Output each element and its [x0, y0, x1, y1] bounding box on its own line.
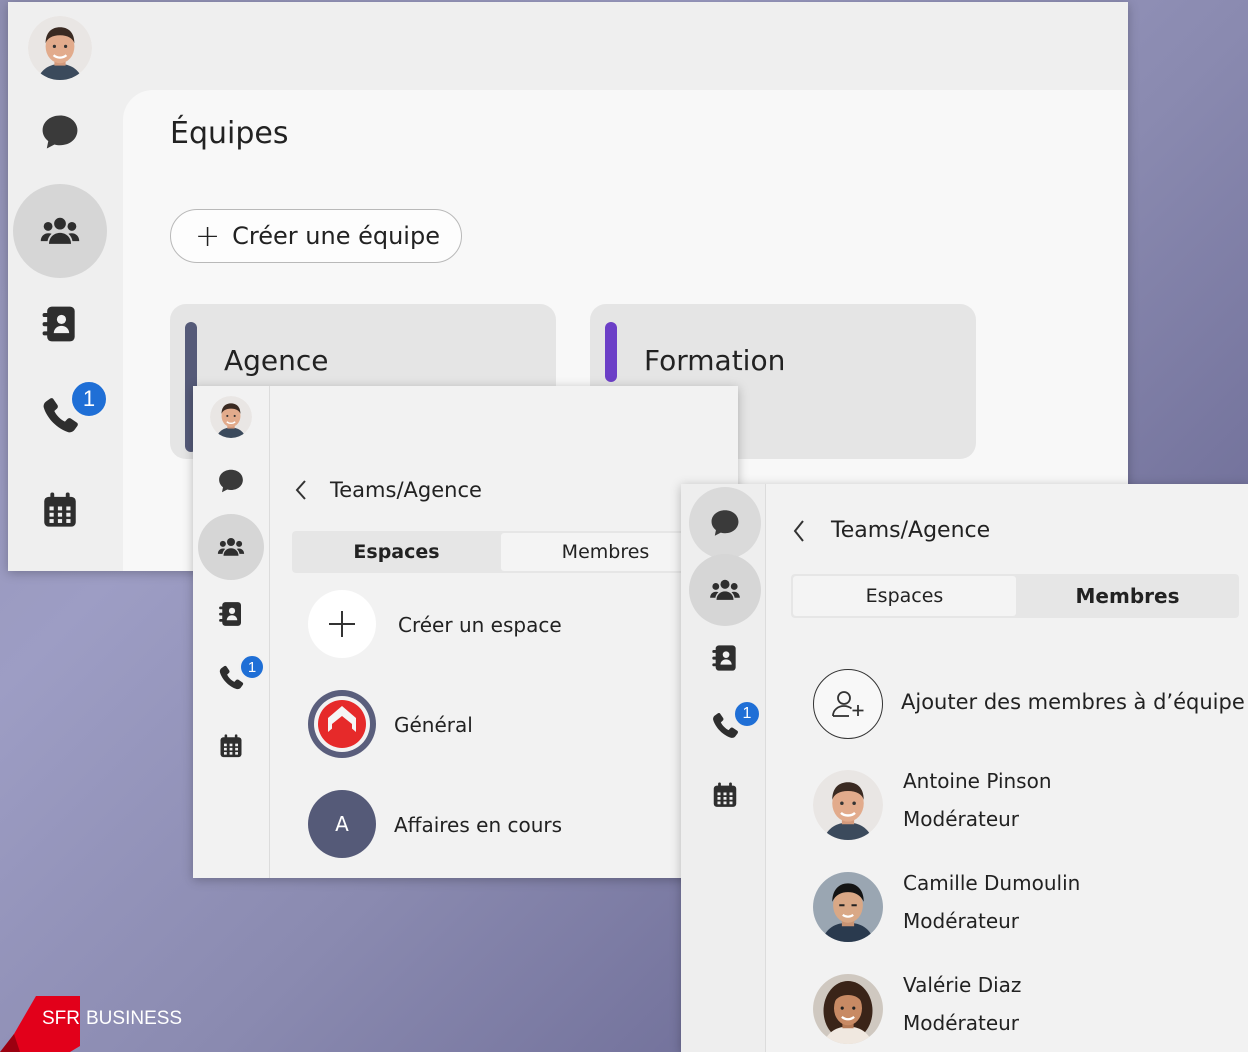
space-initial: A — [335, 812, 349, 836]
space-icon-general — [308, 690, 376, 758]
tab-membres[interactable]: Membres — [1016, 574, 1239, 618]
member-avatar — [813, 872, 883, 942]
team-color-bar — [605, 322, 617, 382]
sidebar: 1 — [681, 484, 766, 1052]
plus-icon: + — [195, 218, 221, 254]
member-name[interactable]: Antoine Pinson — [903, 769, 1052, 793]
sidebar: 1 — [8, 2, 123, 571]
back-chevron-icon[interactable] — [791, 518, 807, 544]
contacts-icon[interactable] — [30, 294, 90, 354]
create-space-button[interactable] — [308, 590, 376, 658]
contacts-icon[interactable] — [211, 594, 251, 634]
add-person-icon — [832, 691, 864, 717]
member-role: Modérateur — [903, 1011, 1020, 1035]
back-chevron-icon[interactable] — [293, 478, 309, 502]
member-role: Modérateur — [903, 909, 1020, 933]
member-role: Modérateur — [903, 807, 1020, 831]
member-name[interactable]: Camille Dumoulin — [903, 871, 1080, 895]
call-badge: 1 — [70, 380, 108, 418]
add-members-button[interactable] — [813, 669, 883, 739]
team-spaces-window: 1 Teams/Agence Espaces Membres Créer un … — [193, 386, 738, 878]
calendar-icon[interactable] — [211, 726, 251, 766]
member-name[interactable]: Valérie Diaz — [903, 973, 1021, 997]
plus-icon — [329, 611, 355, 637]
team-name: Agence — [224, 344, 329, 377]
calendar-icon[interactable] — [30, 480, 90, 540]
sidebar: 1 — [193, 386, 270, 878]
breadcrumb: Teams/Agence — [831, 518, 991, 543]
chat-icon[interactable] — [211, 461, 251, 501]
sfr-logo-icon — [314, 696, 370, 752]
create-space-label[interactable]: Créer un espace — [398, 613, 562, 637]
space-avatar: A — [308, 790, 376, 858]
tab-membres[interactable]: Membres — [501, 533, 710, 571]
page-title: Équipes — [170, 116, 289, 151]
add-members-label[interactable]: Ajouter des membres à d’équipe — [901, 690, 1245, 714]
contacts-icon[interactable] — [705, 638, 745, 678]
create-team-button[interactable]: + Créer une équipe — [170, 209, 462, 263]
user-avatar[interactable] — [210, 396, 252, 438]
tab-espaces[interactable]: Espaces — [793, 576, 1016, 616]
user-avatar[interactable] — [28, 16, 92, 80]
teams-icon[interactable] — [13, 184, 107, 278]
call-badge: 1 — [239, 654, 265, 680]
space-name[interactable]: Affaires en cours — [394, 813, 562, 837]
sfr-business-logo: SFR BUSINESS — [0, 996, 200, 1052]
team-members-window: 1 Teams/Agence Espaces Membres Ajouter d… — [681, 484, 1248, 1052]
tab-espaces[interactable]: Espaces — [292, 531, 501, 573]
teams-icon[interactable] — [689, 554, 761, 626]
call-badge: 1 — [733, 700, 761, 728]
tab-bar: Espaces Membres — [292, 531, 712, 573]
create-team-label: Créer une équipe — [232, 222, 440, 250]
teams-icon[interactable] — [198, 514, 264, 580]
business-wordmark: BUSINESS — [86, 1008, 183, 1029]
sfr-wordmark: SFR — [42, 1008, 80, 1029]
team-name: Formation — [644, 344, 786, 377]
space-name[interactable]: Général — [394, 713, 473, 737]
member-avatar — [813, 974, 883, 1044]
breadcrumb: Teams/Agence — [330, 478, 482, 502]
chat-icon[interactable] — [30, 102, 90, 162]
tab-bar: Espaces Membres — [791, 574, 1239, 618]
calendar-icon[interactable] — [705, 775, 745, 815]
member-avatar — [813, 770, 883, 840]
chat-icon[interactable] — [689, 487, 761, 559]
